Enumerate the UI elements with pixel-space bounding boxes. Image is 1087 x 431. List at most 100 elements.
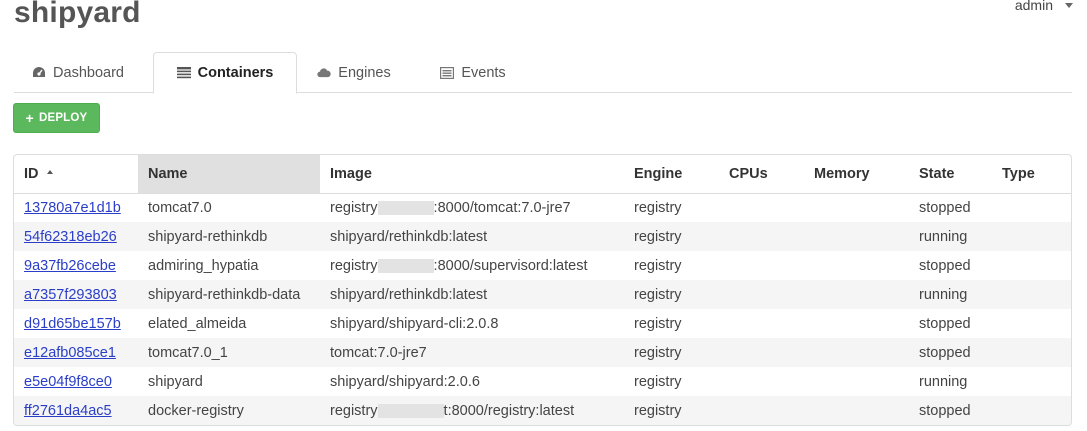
container-id-link[interactable]: a7357f293803	[24, 287, 117, 303]
container-id-link[interactable]: 13780a7e1d1b	[24, 200, 121, 216]
nav-tabs: Dashboard Containers Engines Events	[14, 52, 1072, 94]
container-id-link[interactable]: ff2761da4ac5	[24, 403, 112, 419]
cell-id: ff2761da4ac5	[14, 396, 138, 425]
cell-name: tomcat7.0_1	[138, 338, 320, 367]
image-suffix: t:8000/registry:latest	[443, 402, 575, 419]
cell-engine: registry	[634, 373, 682, 390]
cell-name: tomcat7.0	[148, 199, 212, 216]
table-row[interactable]: 13780a7e1d1b tomcat7.0 registry :8000/tomca…	[14, 193, 1071, 222]
cell-cpus	[719, 309, 804, 338]
cell-image: shipyard/shipyard-cli:2.0.8	[330, 315, 499, 332]
cell-type	[992, 193, 1071, 222]
table-row[interactable]: e5e04f9f8ce0 shipyard shipyard/shipyard:2.…	[14, 367, 1071, 396]
cell-engine: registry	[624, 338, 719, 367]
containers-table: ID Name Image Engine CPUs Memory State T…	[13, 154, 1072, 426]
cell-engine: registry	[634, 199, 682, 216]
cell-cpus	[719, 367, 804, 396]
tab-label: Dashboard	[53, 64, 124, 81]
cell-image: shipyard/rethinkdb:latest	[320, 222, 624, 251]
cell-type	[992, 251, 1071, 280]
column-header-type[interactable]: Type	[992, 155, 1071, 194]
cell-state: stopped	[919, 315, 971, 332]
cell-id: e12afb085ce1	[14, 338, 138, 367]
sort-ascending-icon	[46, 169, 53, 174]
app-brand[interactable]: shipyard	[14, 0, 141, 30]
table-row[interactable]: 9a37fb26cebe admiring_hypatia registry:800…	[14, 251, 1071, 280]
container-id-link[interactable]: e12afb085ce1	[24, 345, 116, 361]
plus-icon: +	[25, 110, 34, 126]
cell-engine: registry	[634, 315, 682, 332]
cell-cpus	[719, 222, 804, 251]
container-id-link[interactable]: 54f62318eb26	[24, 229, 117, 245]
cell-name: admiring_hypatia	[148, 257, 259, 274]
tab-dashboard[interactable]: Dashboard	[19, 52, 137, 93]
cell-type	[992, 396, 1071, 425]
container-id-link[interactable]: d91d65be157b	[24, 316, 121, 332]
cell-type	[992, 367, 1071, 396]
cell-type	[992, 309, 1071, 338]
cell-image: registry:8000/supervisord:latest	[320, 251, 624, 280]
image-prefix: registry	[330, 402, 378, 419]
column-header-name[interactable]: Name	[138, 155, 320, 194]
cell-name: shipyard-rethinkdb-data	[138, 280, 320, 309]
cell-image: shipyard/rethinkdb:latest	[320, 280, 624, 309]
column-header-id[interactable]: ID	[14, 155, 138, 194]
redacted-block	[377, 200, 434, 215]
tab-containers[interactable]: Containers	[153, 52, 297, 94]
user-menu[interactable]: admin	[1015, 0, 1073, 13]
cell-id: 54f62318eb26	[14, 222, 138, 251]
table-row[interactable]: a7357f293803 shipyard-rethinkdb-data shipy…	[14, 280, 1071, 309]
tab-engines[interactable]: Engines	[312, 52, 396, 93]
redacted-block	[377, 258, 434, 273]
cell-engine: registry	[634, 257, 682, 274]
table-row[interactable]: ff2761da4ac5 docker-registry registry t:800…	[14, 396, 1071, 425]
deploy-button[interactable]: + DEPLOY	[13, 103, 100, 133]
events-icon	[440, 66, 455, 80]
cell-memory	[804, 193, 909, 222]
table-header-row: ID Name Image Engine CPUs Memory State T…	[14, 155, 1071, 194]
container-id-link[interactable]: 9a37fb26cebe	[24, 258, 116, 274]
cell-image: shipyard/shipyard:2.0.6	[330, 373, 480, 390]
column-header-cpus[interactable]: CPUs	[719, 155, 804, 194]
tab-label: Containers	[197, 65, 274, 81]
cell-memory	[804, 367, 909, 396]
cell-state: stopped	[909, 338, 992, 367]
column-header-state[interactable]: State	[909, 155, 992, 194]
cloud-icon	[317, 66, 331, 80]
cell-state: running	[909, 280, 992, 309]
image-prefix: registry	[330, 199, 378, 216]
image-suffix: :8000/tomcat:7.0-jre7	[433, 199, 571, 216]
column-header-image[interactable]: Image	[320, 155, 624, 194]
chevron-down-icon[interactable]	[1065, 2, 1073, 8]
cell-memory	[804, 338, 909, 367]
cell-state: stopped	[909, 396, 992, 425]
cell-type	[992, 280, 1071, 309]
deploy-label: DEPLOY	[38, 112, 88, 124]
table-row[interactable]: 54f62318eb26 shipyard-rethinkdb shipyard/r…	[14, 222, 1071, 251]
cell-memory	[804, 222, 909, 251]
cell-image: tomcat:7.0-jre7	[320, 338, 624, 367]
column-header-memory[interactable]: Memory	[804, 155, 909, 194]
table-row[interactable]: d91d65be157b elated_almeida shipyard/shipy…	[14, 309, 1071, 338]
cell-name: shipyard-rethinkdb	[138, 222, 320, 251]
cell-memory	[804, 280, 909, 309]
column-header-engine[interactable]: Engine	[624, 155, 719, 194]
tab-label: Events	[461, 64, 506, 81]
container-id-link[interactable]: e5e04f9f8ce0	[24, 374, 112, 390]
user-name[interactable]: admin	[1015, 0, 1053, 13]
redacted-block	[377, 403, 444, 418]
cell-id: d91d65be157b	[14, 309, 138, 338]
cell-cpus	[719, 396, 804, 425]
cell-cpus	[719, 338, 804, 367]
cell-cpus	[719, 251, 804, 280]
cell-id: 9a37fb26cebe	[14, 251, 138, 280]
cell-image: registry t:8000/registry:latest	[320, 396, 624, 425]
cell-state: running	[909, 222, 992, 251]
cell-memory	[804, 309, 909, 338]
cell-type	[992, 338, 1071, 367]
cell-name: shipyard	[148, 373, 203, 390]
cell-name: docker-registry	[138, 396, 320, 425]
cell-engine: registry	[624, 280, 719, 309]
tab-events[interactable]: Events	[429, 52, 517, 93]
table-row[interactable]: e12afb085ce1 tomcat7.0_1 tomcat:7.0-jre7 re…	[14, 338, 1071, 367]
